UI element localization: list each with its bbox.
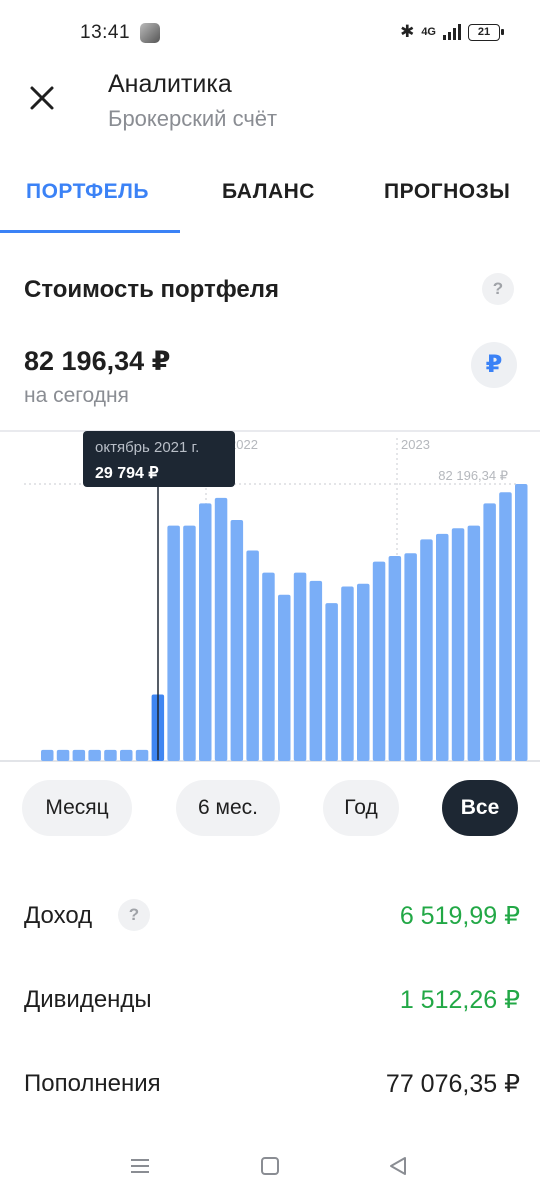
chart-bar <box>262 572 275 761</box>
period-month-button[interactable]: Месяц <box>22 780 132 836</box>
system-nav-bar <box>0 1140 540 1200</box>
help-button[interactable]: ? <box>482 273 514 305</box>
chart-bar <box>499 492 512 761</box>
chart-bar <box>372 561 386 761</box>
home-icon[interactable] <box>258 1154 282 1178</box>
chart-bar <box>88 749 101 761</box>
chart-bar <box>278 594 291 761</box>
chart-bar <box>56 749 70 761</box>
close-icon[interactable] <box>22 78 62 118</box>
menu-icon[interactable] <box>128 1154 152 1178</box>
chart-bar <box>515 484 528 761</box>
portfolio-value: 82 196,34 ₽ <box>24 346 171 376</box>
network-type: 4G <box>421 26 436 38</box>
chart-bar <box>451 528 465 761</box>
battery-icon: 21 <box>468 23 504 41</box>
chart-bars <box>41 484 528 762</box>
period-all-button[interactable]: Все <box>442 780 518 836</box>
chart-bar <box>167 525 180 761</box>
chart-bar <box>357 583 370 761</box>
chart-bar <box>309 580 323 761</box>
tab-forecasts[interactable]: ПРОГНОЗЫ <box>384 180 510 204</box>
chart-bar <box>404 553 417 762</box>
currency-toggle-button[interactable]: ₽ <box>471 342 517 388</box>
bluetooth-icon: ✱ <box>400 22 415 42</box>
chart-bar <box>183 525 196 761</box>
page-subtitle: Брокерский счёт <box>108 106 278 131</box>
page-title: Аналитика <box>108 70 232 98</box>
chart-bar <box>41 749 54 761</box>
portfolio-value-title: Стоимость портфеля <box>24 276 280 303</box>
income-help-button[interactable]: ? <box>118 899 150 931</box>
chart-bar <box>246 550 259 761</box>
chart-bar <box>72 749 86 761</box>
chart-bar <box>104 749 117 761</box>
back-icon[interactable] <box>386 1154 410 1178</box>
portfolio-value-caption: на сегодня <box>24 384 129 407</box>
deposits-label: Пополнения <box>24 1070 161 1097</box>
chart-bar <box>120 749 133 761</box>
income-value: 6 519,99 ₽ <box>399 902 520 930</box>
status-bar: 13:41 ✱ 4G 21 <box>0 0 540 70</box>
portfolio-chart[interactable]: 2022 2023 82 196,34 ₽ октябрь 2021 г. 29… <box>0 430 540 762</box>
tab-balance[interactable]: БАЛАНС <box>222 180 315 204</box>
dividends-label: Дивиденды <box>24 986 152 1013</box>
period-year-button[interactable]: Год <box>323 780 399 836</box>
period-selector: Месяц 6 мес. Год Все <box>0 780 540 836</box>
tab-portfolio[interactable]: ПОРТФЕЛЬ <box>26 180 149 204</box>
chart-bar <box>483 503 496 761</box>
tab-bar: ПОРТФЕЛЬ БАЛАНС ПРОГНОЗЫ <box>0 160 540 234</box>
chart-bar <box>230 520 244 761</box>
chart-bar <box>420 539 433 761</box>
chart-tooltip: октябрь 2021 г. 29 794 ₽ <box>83 431 235 487</box>
max-value-label: 82 196,34 ₽ <box>438 468 508 483</box>
dividends-value: 1 512,26 ₽ <box>399 986 520 1014</box>
chart-bar <box>467 525 481 761</box>
period-6-months-button[interactable]: 6 мес. <box>176 780 280 836</box>
chart-bar <box>199 503 212 761</box>
chart-bar <box>388 556 402 761</box>
income-label: Доход <box>24 902 93 929</box>
tooltip-date: октябрь 2021 г. <box>95 439 199 456</box>
deposits-value: 77 076,35 ₽ <box>385 1070 520 1098</box>
chart-bar <box>214 497 228 761</box>
chart-bar <box>135 749 149 761</box>
chart-bar <box>325 603 338 761</box>
chart-bar <box>436 533 449 761</box>
active-tab-indicator <box>0 230 180 233</box>
status-icons: ✱ 4G 21 <box>400 22 504 42</box>
year-label-2023: 2023 <box>401 437 430 452</box>
status-time: 13:41 <box>80 22 131 43</box>
chart-bar <box>341 586 354 761</box>
signal-icon <box>443 24 461 40</box>
chart-bar <box>293 572 307 761</box>
tooltip-value: 29 794 ₽ <box>95 465 159 482</box>
notification-avatar-icon <box>140 23 160 43</box>
